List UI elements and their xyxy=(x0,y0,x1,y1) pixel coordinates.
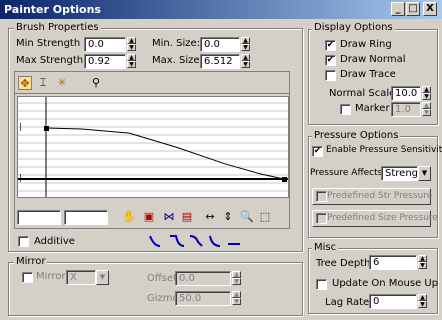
curve-x-field[interactable] xyxy=(17,210,61,225)
zoom-region-icon[interactable]: ⬚ xyxy=(258,210,272,224)
pan-icon[interactable]: ✋ xyxy=(122,210,136,224)
curve-svg xyxy=(18,97,288,197)
pressure-affects-dropdown-icon[interactable]: ▼ xyxy=(418,166,431,181)
pressure-affects-select[interactable]: Strength xyxy=(381,166,418,181)
predefined-str-pressure-button[interactable]: Predefined Str Pressure xyxy=(312,188,433,205)
gizmo-size-spinner[interactable]: ▲ ▼ xyxy=(232,291,241,306)
pressure-options-legend: Pressure Options xyxy=(312,130,401,141)
min-size-label: Min. Size: xyxy=(152,38,200,49)
window-title: Painter Options xyxy=(4,3,101,16)
min-strength-spinner[interactable]: ▲ ▼ xyxy=(127,37,136,52)
predefined-size-checkbox[interactable] xyxy=(316,213,327,224)
predefined-str-label: Predefined Str Pressure xyxy=(327,191,433,201)
min-size-field[interactable]: 0.0 xyxy=(200,37,240,52)
minimize-button[interactable]: _ xyxy=(391,2,405,16)
gizmo-size-field[interactable]: 50.0 xyxy=(175,291,231,306)
zoom-vertical-icon[interactable]: ⇕ xyxy=(221,210,235,224)
curve-graph[interactable] xyxy=(17,96,289,198)
preset-curve-4[interactable] xyxy=(209,235,221,247)
max-strength-spinner[interactable]: ▲ ▼ xyxy=(127,54,136,69)
display-options-legend: Display Options xyxy=(312,22,395,33)
max-strength-field[interactable]: 0.92 xyxy=(84,54,126,69)
update-on-mouse-up-checkbox[interactable] xyxy=(316,279,327,290)
additive-label: Additive xyxy=(34,236,75,247)
mirror-axis-select[interactable]: X xyxy=(66,270,96,285)
preset-curve-3[interactable] xyxy=(189,235,203,247)
tree-depth-label: Tree Depth: xyxy=(316,258,374,269)
max-size-spinner[interactable]: ▲ ▼ xyxy=(241,54,250,69)
normal-scale-label: Normal Scale xyxy=(329,88,396,99)
lock-icon[interactable]: ⚲ xyxy=(89,76,103,90)
offset-field[interactable]: 0.0 xyxy=(175,271,231,286)
zoom-icon[interactable]: 🔍 xyxy=(240,210,254,224)
normal-scale-field[interactable]: 10.0 xyxy=(391,86,421,101)
tree-depth-field[interactable]: 6 xyxy=(369,255,417,270)
draw-ring-label: Draw Ring xyxy=(340,39,392,50)
predefined-size-label: Predefined Size Pressure xyxy=(327,213,438,223)
mirror-checkbox[interactable] xyxy=(22,272,33,283)
mirror-legend: Mirror xyxy=(14,256,48,267)
min-size-spinner[interactable]: ▲ ▼ xyxy=(241,37,250,52)
marker-spinner[interactable]: ▲ ▼ xyxy=(422,102,431,117)
max-size-label: Max. Size: xyxy=(152,55,203,66)
zoom-value-extents-icon[interactable]: ▤ xyxy=(180,210,194,224)
lag-rate-field[interactable]: 0 xyxy=(369,294,417,309)
preset-curve-1[interactable] xyxy=(149,235,161,247)
min-strength-field[interactable]: 0.0 xyxy=(84,37,126,52)
curve-presets xyxy=(148,234,248,248)
mirror-label: Mirror xyxy=(36,271,66,282)
vertical-move-icon[interactable]: ⌶ xyxy=(36,76,50,90)
normal-scale-spinner[interactable]: ▲ ▼ xyxy=(422,86,431,101)
enable-pressure-checkbox[interactable]: ✔ xyxy=(312,146,323,157)
max-size-field[interactable]: 6.512 xyxy=(200,54,240,69)
misc-legend: Misc xyxy=(312,242,339,253)
mirror-axis-dropdown-icon[interactable]: ▼ xyxy=(96,270,109,285)
axis-tick-top: | xyxy=(19,122,22,131)
marker-checkbox[interactable] xyxy=(340,104,351,115)
additive-checkbox[interactable] xyxy=(18,236,29,247)
min-strength-label: Min Strength xyxy=(16,38,81,49)
draw-normal-checkbox[interactable]: ✔ xyxy=(325,55,336,66)
update-on-mouse-up-label: Update On Mouse Up xyxy=(332,278,439,289)
lag-rate-spinner[interactable]: ▲ ▼ xyxy=(418,294,427,309)
predefined-str-checkbox[interactable] xyxy=(316,191,327,202)
curve-y-field[interactable] xyxy=(64,210,108,225)
enable-pressure-label: Enable Pressure Sensitivity xyxy=(326,145,442,155)
add-point-icon[interactable]: ✳ xyxy=(55,76,69,90)
marker-label: Marker xyxy=(355,103,390,114)
tree-depth-spinner[interactable]: ▲ ▼ xyxy=(418,255,427,270)
marker-field[interactable]: 1.0 xyxy=(391,102,421,117)
close-button[interactable]: X xyxy=(423,2,437,16)
draw-trace-label: Draw Trace xyxy=(340,69,396,80)
offset-spinner[interactable]: ▲ ▼ xyxy=(232,271,241,286)
move-tool-icon[interactable]: ✥ xyxy=(18,76,32,90)
zoom-horizontal-extents-icon[interactable]: ⋈ xyxy=(162,210,176,224)
zoom-extents-icon[interactable]: ▣ xyxy=(142,210,156,224)
zoom-horizontal-icon[interactable]: ↔ xyxy=(203,210,217,224)
predefined-size-pressure-button[interactable]: Predefined Size Pressure xyxy=(312,210,438,227)
axis-tick-bottom: | xyxy=(19,173,22,182)
pressure-affects-label: Pressure Affects: xyxy=(310,168,386,178)
max-strength-label: Max Strength xyxy=(16,55,84,66)
draw-normal-label: Draw Normal xyxy=(340,54,406,65)
draw-ring-checkbox[interactable]: ✔ xyxy=(325,40,336,51)
preset-curve-2[interactable] xyxy=(170,235,185,247)
draw-trace-checkbox[interactable] xyxy=(325,70,336,81)
brush-properties-legend: Brush Properties xyxy=(14,22,101,33)
maximize-button[interactable]: □ xyxy=(406,2,420,16)
lag-rate-label: Lag Rate: xyxy=(325,297,373,308)
